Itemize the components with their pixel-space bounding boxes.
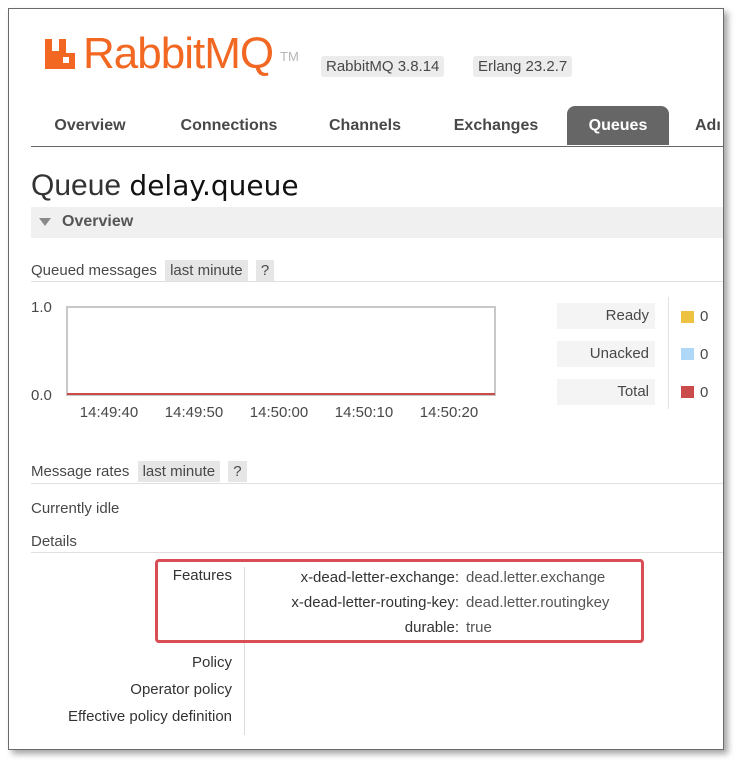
x-tick-label: 14:49:40 [80,404,138,421]
rates-status: Currently idle [31,500,120,517]
legend-ready-swatch [681,311,694,323]
tab-exchanges[interactable]: Exchanges [431,106,561,145]
x-tick-label: 14:50:00 [250,404,308,421]
message-rates-range[interactable]: last minute [137,461,221,482]
details-heading: Details [31,533,77,550]
page-title: Queue delay.queue [31,169,299,203]
legend-unacked-swatch [681,348,694,360]
legend-total-label: Total [557,379,655,405]
tab-connections[interactable]: Connections [161,106,297,145]
queued-messages-chart: 1.0 0.0 14:49:40 14:49:50 14:50:00 14:50:10 14… [31,299,496,421]
operator-policy-label: Operator policy [130,681,232,698]
y-tick-label: 0.0 [31,387,52,404]
rabbitmq-version-badge: RabbitMQ 3.8.14 [321,56,445,77]
legend-ready-value: 0 [700,308,709,325]
queued-messages-range[interactable]: last minute [165,260,248,281]
x-tick-label: 14:50:20 [420,404,478,421]
logo-text: RabbitMQ [83,29,274,78]
legend-ready-label: Ready [557,303,655,329]
message-rates-header: Message rates last minute ? [31,461,247,482]
queue-name: delay.queue [129,169,299,202]
tab-queues[interactable]: Queues [567,106,669,145]
x-tick-label: 14:49:50 [165,404,223,421]
overview-section-toggle[interactable]: Overview [31,207,723,238]
divider [31,281,723,282]
policy-label: Policy [191,654,232,671]
legend-total-swatch [681,386,694,398]
queued-messages-label: Queued messages [31,262,157,279]
main-nav-tabs: Overview Connections Channels Exchanges … [31,106,723,147]
plot-area [66,306,496,396]
tab-overview[interactable]: Overview [31,106,149,145]
collapse-triangle-icon [39,218,51,226]
message-rates-label: Message rates [31,463,130,480]
effective-policy-label: Effective policy definition [68,708,232,725]
features-highlight-box [155,559,644,643]
legend-separator [668,297,669,409]
tab-channels[interactable]: Channels [311,106,419,145]
message-rates-help[interactable]: ? [228,461,247,482]
logo-trademark: TM [280,49,299,64]
section-title: Overview [62,213,134,230]
legend-total-value: 0 [700,384,709,401]
divider [31,552,723,553]
browser-frame: RabbitMQ TM RabbitMQ 3.8.14 Erlang 23.2.… [8,8,724,750]
x-tick-label: 14:50:10 [335,404,393,421]
divider [31,483,723,484]
rabbit-logo-icon [45,39,75,69]
y-tick-label: 1.0 [31,299,52,316]
tab-admin[interactable]: Adı [695,106,723,145]
queued-messages-header: Queued messages last minute ? [31,260,275,281]
legend-unacked-label: Unacked [557,341,655,367]
queued-messages-help[interactable]: ? [255,260,275,281]
legend-unacked-value: 0 [700,346,709,363]
page-title-prefix: Queue [31,169,122,202]
erlang-version-badge: Erlang 23.2.7 [473,56,573,77]
